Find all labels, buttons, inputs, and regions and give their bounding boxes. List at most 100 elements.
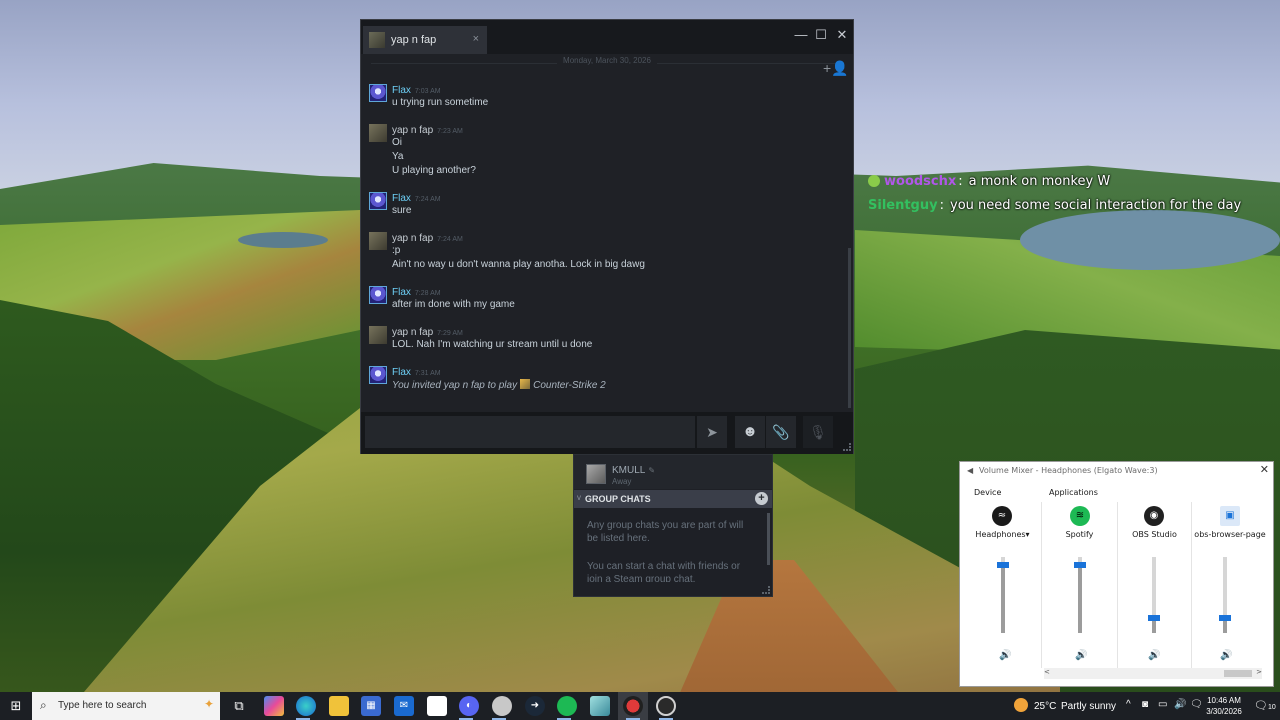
message-author[interactable]: Flax [392,367,411,378]
avatar[interactable] [369,232,387,250]
discord-icon[interactable]: ◐ [459,696,479,716]
minimize-button[interactable]: — [790,24,812,46]
mixer-title: Volume Mixer - Headphones (Elgato Wave:3… [979,466,1158,475]
add-friend-to-chat-icon[interactable]: +👤 [823,60,849,77]
close-tab-icon[interactable]: × [473,33,479,45]
emoticon-button[interactable]: ☻ [735,416,765,448]
mail-icon[interactable]: ✉ [394,696,414,716]
file-explorer-icon[interactable] [329,696,349,716]
avatar[interactable] [369,84,387,102]
resize-grip-icon[interactable] [762,586,770,594]
overlay-chat-message: a monk on monkey W [968,173,1111,189]
app-name: OBS Studio [1132,530,1177,539]
search-highlight-icon: ✦ [203,697,214,711]
taskbar-search-box[interactable]: ⌕ Type here to search ✦ [32,692,220,720]
mute-speaker-icon[interactable]: 🔊 [1220,650,1232,661]
game-invite-message: You invited yap n fap to play Counter-Str… [392,379,606,391]
message-header: yap n fap 7:29 AM [392,324,463,338]
avatar[interactable] [369,192,387,210]
attach-button[interactable]: 📎 [766,416,796,448]
mute-speaker-icon[interactable]: 🔊 [1075,650,1087,661]
voice-chat-button[interactable]: 🎙 [803,416,833,448]
message-author[interactable]: Flax [392,287,411,298]
app-name: Spotify [1065,530,1094,539]
streaming-app-icon[interactable]: ➜ [525,696,545,716]
microsoft-store-icon[interactable]: ▦ [361,696,381,716]
create-group-chat-button[interactable]: + [755,492,768,505]
counter-strike-icon [520,379,531,389]
language-icon[interactable]: 🗨 [1190,699,1203,710]
date-divider: Monday, March 30, 2026 [361,56,853,70]
mute-speaker-icon[interactable]: 🔊 [1148,650,1160,661]
scroll-left-icon[interactable]: < [1044,668,1050,676]
copilot-icon[interactable] [264,696,284,716]
message-header: Flax 7:28 AM [392,284,441,298]
message-author[interactable]: yap n fap [392,327,433,338]
message-scrollbar[interactable] [848,248,851,408]
scroll-right-icon[interactable]: > [1256,668,1262,676]
tray-app-icon[interactable]: ◙ [1142,699,1148,710]
mixer-horizontal-scrollbar[interactable]: < > [1044,668,1262,679]
friend-row-kmull[interactable]: KMULL ✎ Away [574,455,772,489]
send-icon: ➤ [706,424,718,440]
task-view-icon[interactable]: ⧉ [229,696,249,716]
message-timestamp: 7:03 AM [414,88,441,95]
app-cube-icon[interactable] [590,696,610,716]
notepad-icon[interactable] [427,696,447,716]
volume-slider-thumb[interactable] [997,562,1009,568]
send-button[interactable]: ➤ [697,416,727,448]
volume-icon[interactable]: 🔊 [1174,699,1186,710]
device-selector[interactable]: Headphones▾ [964,530,1041,539]
avatar[interactable] [369,286,387,304]
message-header: Flax 7:03 AM [392,82,441,96]
group-chats-header[interactable]: v GROUP CHATS + [574,490,772,508]
message-author[interactable]: Flax [392,85,411,96]
volume-slider-thumb[interactable] [1148,615,1160,621]
device-name: Headphones [975,530,1026,539]
message-input[interactable] [365,416,695,448]
chat-tab-yap-n-fap[interactable]: yap n fap × [363,26,487,54]
notification-center-button[interactable]: 🗨10 [1254,699,1276,712]
group-chats-empty-text: Any group chats you are part of will be … [587,520,744,544]
group-chats-scrollbar[interactable] [767,513,770,565]
message-text: after im done with my game [392,299,515,310]
friends-list-panel: KMULL ✎ Away v GROUP CHATS + Any group ch… [573,454,773,597]
chat-titlebar[interactable]: yap n fap × — ☐ ✕ [361,20,853,54]
close-window-button[interactable]: ✕ [831,24,853,46]
volume-slider-thumb[interactable] [1219,615,1231,621]
obs-taskbar-icon[interactable] [656,696,676,716]
steam-chat-taskbar-icon[interactable] [623,696,643,716]
close-button[interactable]: ✕ [1260,463,1269,476]
spotify-taskbar-icon[interactable] [557,696,577,716]
avatar[interactable] [369,366,387,384]
volume-slider-thumb[interactable] [1074,562,1086,568]
mute-speaker-icon[interactable]: 🔊 [999,650,1011,661]
message-author[interactable]: Flax [392,193,411,204]
steam-icon[interactable] [492,696,512,716]
start-button[interactable]: ⊞ [0,692,32,720]
volume-slider-track[interactable] [997,557,1009,633]
message-author[interactable]: yap n fap [392,125,433,136]
weather-temperature[interactable]: 25°C [1034,701,1056,712]
windows-taskbar: ⊞ ⌕ Type here to search ✦ ⧉ ▦ ✉ ◐ ➜ 25°C… [0,692,1280,720]
weather-condition[interactable]: Partly sunny [1061,701,1116,712]
weather-sun-icon[interactable] [1014,698,1028,712]
avatar[interactable] [369,124,387,142]
resize-grip-icon[interactable] [843,443,851,451]
maximize-button[interactable]: ☐ [810,24,832,46]
mixer-titlebar[interactable]: ◀ Volume Mixer - Headphones (Elgato Wave… [960,462,1273,482]
show-hidden-icons-icon[interactable]: ^ [1126,699,1131,710]
taskbar-clock[interactable]: 10:46 AM 3/30/2026 [1204,695,1244,717]
scrollbar-thumb[interactable] [1224,670,1252,677]
edge-browser-icon[interactable] [296,696,316,716]
message-author[interactable]: yap n fap [392,233,433,244]
overlay-chat-line: woodschx : a monk on monkey W [868,169,1241,193]
volume-slider-track[interactable] [1074,557,1086,633]
volume-slider-track[interactable] [1148,557,1160,633]
speaker-title-icon: ◀ [967,466,974,475]
avatar[interactable] [369,326,387,344]
invite-game-link[interactable]: Counter-Strike 2 [533,380,606,391]
network-icon[interactable]: ▭ [1158,699,1167,710]
edit-nickname-icon[interactable]: ✎ [648,466,655,475]
volume-slider-track[interactable] [1219,557,1231,633]
